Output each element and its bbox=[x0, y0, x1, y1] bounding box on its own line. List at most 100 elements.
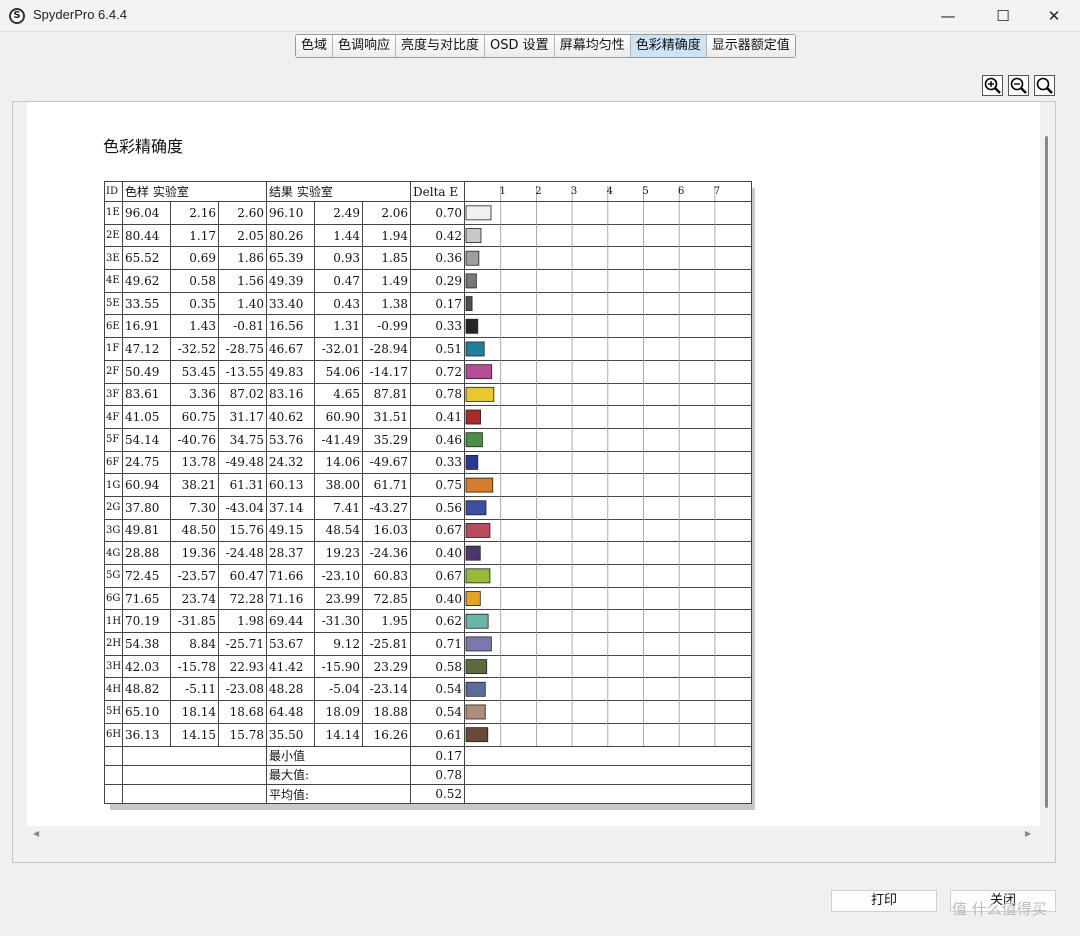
result-l: 48.28 bbox=[266, 677, 316, 702]
x-tick-label: 7 bbox=[714, 186, 720, 197]
row-id: 2E bbox=[104, 223, 123, 248]
scroll-right-icon[interactable]: ▶ bbox=[1025, 829, 1031, 838]
delta-e-bar-3H bbox=[465, 659, 488, 675]
row-id: 6G bbox=[104, 586, 123, 611]
tab-4[interactable]: 屏幕均匀性 bbox=[554, 35, 631, 57]
result-b: -28.94 bbox=[362, 337, 412, 361]
delta-e-bar-3G bbox=[465, 523, 491, 538]
sample-b: 1.56 bbox=[217, 269, 268, 293]
sample-b: -43.04 bbox=[217, 495, 268, 520]
result-a: 48.54 bbox=[314, 518, 364, 543]
tab-5[interactable]: 色彩精确度 bbox=[630, 35, 707, 57]
result-b: -43.27 bbox=[362, 495, 412, 520]
sample-a: -40.76 bbox=[170, 427, 219, 452]
vertical-scrollbar[interactable] bbox=[1040, 102, 1054, 826]
delta-e-bar-3E bbox=[465, 250, 480, 266]
result-l: 83.16 bbox=[266, 382, 316, 407]
sample-l: 54.38 bbox=[122, 632, 171, 656]
sample-a: -15.78 bbox=[170, 654, 219, 679]
sample-a: 7.30 bbox=[170, 495, 219, 520]
result-b: 61.71 bbox=[362, 473, 412, 497]
sample-l: 42.03 bbox=[122, 654, 171, 679]
vertical-scroll-thumb[interactable] bbox=[1045, 136, 1048, 808]
result-l: 53.76 bbox=[266, 427, 316, 452]
tab-3[interactable]: OSD 设置 bbox=[485, 35, 555, 57]
tab-0[interactable]: 色域 bbox=[296, 35, 334, 57]
result-a: 4.65 bbox=[314, 382, 364, 407]
sample-b: 1.86 bbox=[217, 246, 268, 271]
delta-e-bar-5G bbox=[465, 568, 491, 584]
sample-b: 1.98 bbox=[217, 609, 268, 634]
close-window-button[interactable]: ✕ bbox=[1031, 0, 1077, 32]
result-b: -14.17 bbox=[362, 359, 412, 384]
row-id: 4E bbox=[104, 269, 123, 293]
result-l: 28.37 bbox=[266, 541, 316, 565]
result-b: -24.36 bbox=[362, 541, 412, 565]
x-tick-label: 6 bbox=[678, 186, 684, 197]
delta-e-bar-4H bbox=[465, 681, 486, 697]
zoom-reset-button[interactable] bbox=[1034, 75, 1055, 96]
scroll-left-icon[interactable]: ◀ bbox=[33, 829, 39, 838]
result-l: 69.44 bbox=[266, 609, 316, 634]
result-a: -41.49 bbox=[314, 427, 364, 452]
delta-e-value: 0.61 bbox=[410, 722, 466, 747]
sample-b: 60.47 bbox=[217, 564, 268, 588]
sample-b: 15.76 bbox=[217, 518, 268, 543]
result-a: 54.06 bbox=[314, 359, 364, 384]
sample-b: 31.17 bbox=[217, 405, 268, 429]
delta-e-value: 0.62 bbox=[410, 609, 466, 634]
zoom-out-button[interactable] bbox=[1008, 75, 1029, 96]
result-l: 37.14 bbox=[266, 495, 316, 520]
sample-a: 38.21 bbox=[170, 473, 219, 497]
result-b: 16.03 bbox=[362, 518, 412, 543]
result-b: 87.81 bbox=[362, 382, 412, 407]
tab-6[interactable]: 显示器额定值 bbox=[706, 35, 795, 57]
delta-e-value: 0.36 bbox=[410, 246, 466, 271]
maximize-button[interactable]: ☐ bbox=[980, 0, 1026, 32]
summary-label: 最大值: bbox=[266, 764, 412, 786]
delta-e-bar-chart: 1 2 3 4 5 6 7 bbox=[465, 186, 750, 746]
tab-1[interactable]: 色调响应 bbox=[333, 35, 397, 57]
sample-b: -24.48 bbox=[217, 541, 268, 565]
print-button[interactable]: 打印 bbox=[831, 890, 937, 912]
summary-sample-blank bbox=[121, 764, 268, 786]
delta-e-value: 0.72 bbox=[410, 359, 466, 384]
delta-e-value: 0.78 bbox=[410, 382, 466, 407]
sample-b: 34.75 bbox=[217, 427, 268, 452]
tab-2[interactable]: 亮度与对比度 bbox=[396, 35, 486, 57]
delta-e-value: 0.33 bbox=[410, 314, 466, 339]
result-a: -15.90 bbox=[314, 654, 364, 679]
sample-b: 15.78 bbox=[217, 722, 268, 747]
sample-a: 18.14 bbox=[170, 700, 219, 724]
sample-l: 37.80 bbox=[122, 495, 171, 520]
result-l: 49.83 bbox=[266, 359, 316, 384]
result-l: 40.62 bbox=[266, 405, 316, 429]
result-l: 96.10 bbox=[266, 201, 316, 225]
result-a: 1.31 bbox=[314, 314, 364, 339]
sample-l: 70.19 bbox=[122, 609, 171, 634]
header-id: ID bbox=[104, 181, 123, 202]
result-b: 2.06 bbox=[362, 201, 412, 225]
zoom-in-button[interactable] bbox=[982, 75, 1003, 96]
delta-e-bar-6G bbox=[465, 591, 481, 606]
row-id: 5E bbox=[104, 291, 123, 316]
minimize-button[interactable]: — bbox=[925, 0, 971, 32]
delta-e-value: 0.46 bbox=[410, 427, 466, 452]
result-a: 18.09 bbox=[314, 700, 364, 724]
sample-a: 1.43 bbox=[170, 314, 219, 339]
delta-e-bar-5F bbox=[465, 432, 483, 448]
horizontal-scrollbar[interactable]: ◀ ▶ bbox=[27, 826, 1040, 842]
result-l: 80.26 bbox=[266, 223, 316, 248]
delta-e-value: 0.71 bbox=[410, 632, 466, 656]
sample-l: 47.12 bbox=[122, 337, 171, 361]
result-a: 38.00 bbox=[314, 473, 364, 497]
result-a: 0.93 bbox=[314, 246, 364, 271]
result-b: 1.94 bbox=[362, 223, 412, 248]
result-b: 31.51 bbox=[362, 405, 412, 429]
row-id: 1F bbox=[104, 337, 123, 361]
zoom-in-icon bbox=[984, 77, 1001, 94]
sample-b: 72.28 bbox=[217, 586, 268, 611]
result-l: 16.56 bbox=[266, 314, 316, 339]
sample-b: 2.05 bbox=[217, 223, 268, 248]
header-delta-e: Delta E bbox=[410, 181, 466, 202]
